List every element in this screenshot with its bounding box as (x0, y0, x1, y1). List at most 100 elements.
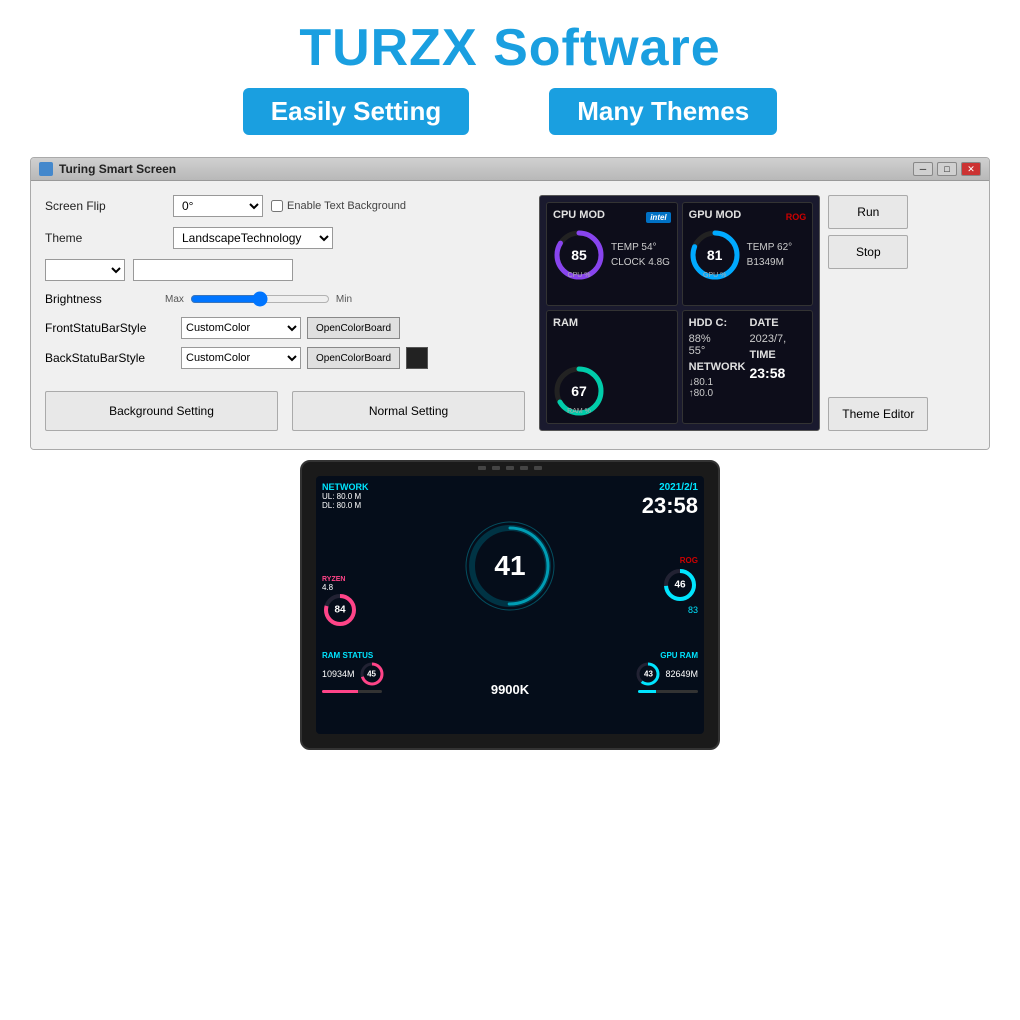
device-btn-2 (492, 466, 500, 470)
device-btn-4 (520, 466, 528, 470)
screen-flip-select[interactable]: 0° 90° 180° 270° (173, 195, 263, 217)
hdd-network-date-card: HDD C: 88% 55° NETWORK ↓80.1 ↑80.0 (682, 310, 814, 424)
ds-cpu-left: RYZEN 4.8 84 (322, 556, 446, 650)
date-value: 2023/7, (749, 333, 806, 345)
window-wrapper: Turing Smart Screen ─ □ ✕ Screen Flip 0°… (0, 157, 1020, 450)
minimize-button[interactable]: ─ (913, 162, 933, 176)
ds-gpu-ram: GPU RAM 43 82649M (574, 651, 698, 728)
ds-cpu-val: 84 (334, 605, 345, 616)
run-button[interactable]: Run (828, 195, 908, 229)
text-input[interactable] (133, 259, 293, 281)
ds-clock: 4.8 (322, 583, 358, 592)
ds-ram-gauge: 45 (358, 660, 386, 688)
front-status-bar-label: FrontStatuBarStyle (45, 321, 175, 335)
back-status-bar-row: BackStatuBarStyle CustomColor OpenColorB… (45, 347, 525, 369)
ds-gpu-val: 46 (674, 579, 685, 590)
ram-card-title: RAM (553, 317, 671, 329)
normal-setting-button[interactable]: Normal Setting (292, 391, 525, 431)
front-status-bar-select[interactable]: CustomColor (181, 317, 301, 339)
hdd-temp: 55° (689, 345, 746, 357)
cpu-sub: CPU % (568, 272, 591, 279)
ds-brand: RYZEN (322, 576, 358, 583)
ram-gauge: 67 RAM % (553, 365, 605, 417)
gpu-card-header: GPU MOD ROG (689, 209, 807, 225)
front-open-color-board-button[interactable]: OpenColorBoard (307, 317, 400, 339)
gpu-gauge-area: 81 GPU % TEMP 62° B1349M (689, 229, 807, 281)
ds-dl: DL: 80.0 M (322, 501, 446, 510)
ram-sub: RAM % (567, 408, 591, 415)
sub-select[interactable] (45, 259, 125, 281)
cpu-card-title: CPU MOD (553, 209, 605, 221)
stop-button[interactable]: Stop (828, 235, 908, 269)
cpu-card: CPU MOD intel 85 (546, 202, 678, 306)
window-title: Turing Smart Screen (59, 162, 176, 176)
ds-ram-bar (322, 690, 382, 693)
enable-text-bg-label: Enable Text Background (271, 200, 406, 212)
main-title: TURZX Software (0, 18, 1020, 78)
ds-center-graphic: 41 (448, 482, 572, 649)
device-btn-1 (478, 466, 486, 470)
theme-row: Theme LandscapeTechnology Dark Light (45, 227, 525, 249)
brightness-slider[interactable] (190, 291, 330, 307)
ds-temp-val: 43 (644, 670, 653, 679)
ds-gpu-bar (638, 690, 698, 693)
ds-gpu-right: ROG 46 83 (574, 556, 698, 650)
network-label: NETWORK (689, 361, 746, 373)
back-status-bar-select[interactable]: CustomColor (181, 347, 301, 369)
ds-gpu-gauge: 46 (662, 567, 698, 603)
background-setting-button[interactable]: Background Setting (45, 391, 278, 431)
min-label: Min (336, 294, 352, 305)
ds-ram-status: RAM STATUS 10934M 45 (322, 651, 446, 728)
screen-flip-row: Screen Flip 0° 90° 180° 270° Enable Text… (45, 195, 525, 217)
time-section: TIME 23:58 (749, 349, 806, 381)
theme-editor-button[interactable]: Theme Editor (828, 397, 928, 431)
ram-gauge-value: 67 (571, 384, 587, 398)
network-up: ↑80.0 (689, 388, 746, 399)
brightness-row: Brightness Max Min (45, 291, 525, 307)
network-down: ↓80.1 (689, 377, 746, 388)
cpu-card-header: CPU MOD intel (553, 209, 671, 225)
ds-cpu-label: 9900K (448, 651, 572, 728)
max-label: Max (165, 294, 184, 305)
theme-label: Theme (45, 231, 165, 245)
dropdown-row (45, 259, 525, 281)
left-panel: Screen Flip 0° 90° 180° 270° Enable Text… (45, 195, 525, 431)
ds-datetime: 2021/2/1 23:58 (574, 482, 698, 554)
window-body: Screen Flip 0° 90° 180° 270° Enable Text… (31, 181, 989, 449)
monitor-and-actions: CPU MOD intel 85 (539, 195, 820, 431)
application-window: Turing Smart Screen ─ □ ✕ Screen Flip 0°… (30, 157, 990, 450)
time-value: 23:58 (749, 365, 806, 381)
enable-text-bg-checkbox[interactable] (271, 200, 283, 212)
ds-gpu-sub: 83 (688, 605, 698, 615)
physical-device: NETWORK UL: 80.0 M DL: 80.0 M 41 (300, 460, 720, 750)
monitor-preview: CPU MOD intel 85 (539, 195, 820, 431)
title-bar: Turing Smart Screen ─ □ ✕ (31, 158, 989, 181)
maximize-button[interactable]: □ (937, 162, 957, 176)
slider-container: Max Min (165, 291, 525, 307)
ds-network: NETWORK UL: 80.0 M DL: 80.0 M (322, 482, 446, 554)
title-bar-buttons: ─ □ ✕ (913, 162, 981, 176)
center-value: 41 (494, 550, 525, 582)
cpu-info: TEMP 54° CLOCK 4.8G (611, 240, 670, 270)
date-label: DATE (749, 317, 806, 329)
back-open-color-board-button[interactable]: OpenColorBoard (307, 347, 400, 369)
close-button[interactable]: ✕ (961, 162, 981, 176)
cpu-gauge-value: 85 (571, 248, 587, 262)
time-label: TIME (749, 349, 806, 361)
device-btn-3 (506, 466, 514, 470)
ds-ram-val: 45 (367, 670, 376, 679)
ds-ram-row: 10934M 45 (322, 660, 446, 688)
action-buttons: Run Stop Theme Editor (828, 195, 928, 431)
gpu-sub: GPU % (703, 272, 726, 279)
bottom-buttons: Background Setting Normal Setting (45, 391, 525, 431)
ds-time: 23:58 (574, 493, 698, 519)
gpu-card: GPU MOD ROG 81 (682, 202, 814, 306)
ram-gauge-area: 67 RAM % (553, 365, 671, 417)
gpu-gauge-value: 81 (707, 248, 723, 262)
back-status-bar-label: BackStatuBarStyle (45, 351, 175, 365)
center-gauge: 41 (465, 521, 555, 611)
theme-select[interactable]: LandscapeTechnology Dark Light (173, 227, 333, 249)
ds-network-label: NETWORK (322, 482, 446, 492)
gpu-card-title: GPU MOD (689, 209, 742, 221)
hdd-percent: 88% (689, 333, 746, 345)
